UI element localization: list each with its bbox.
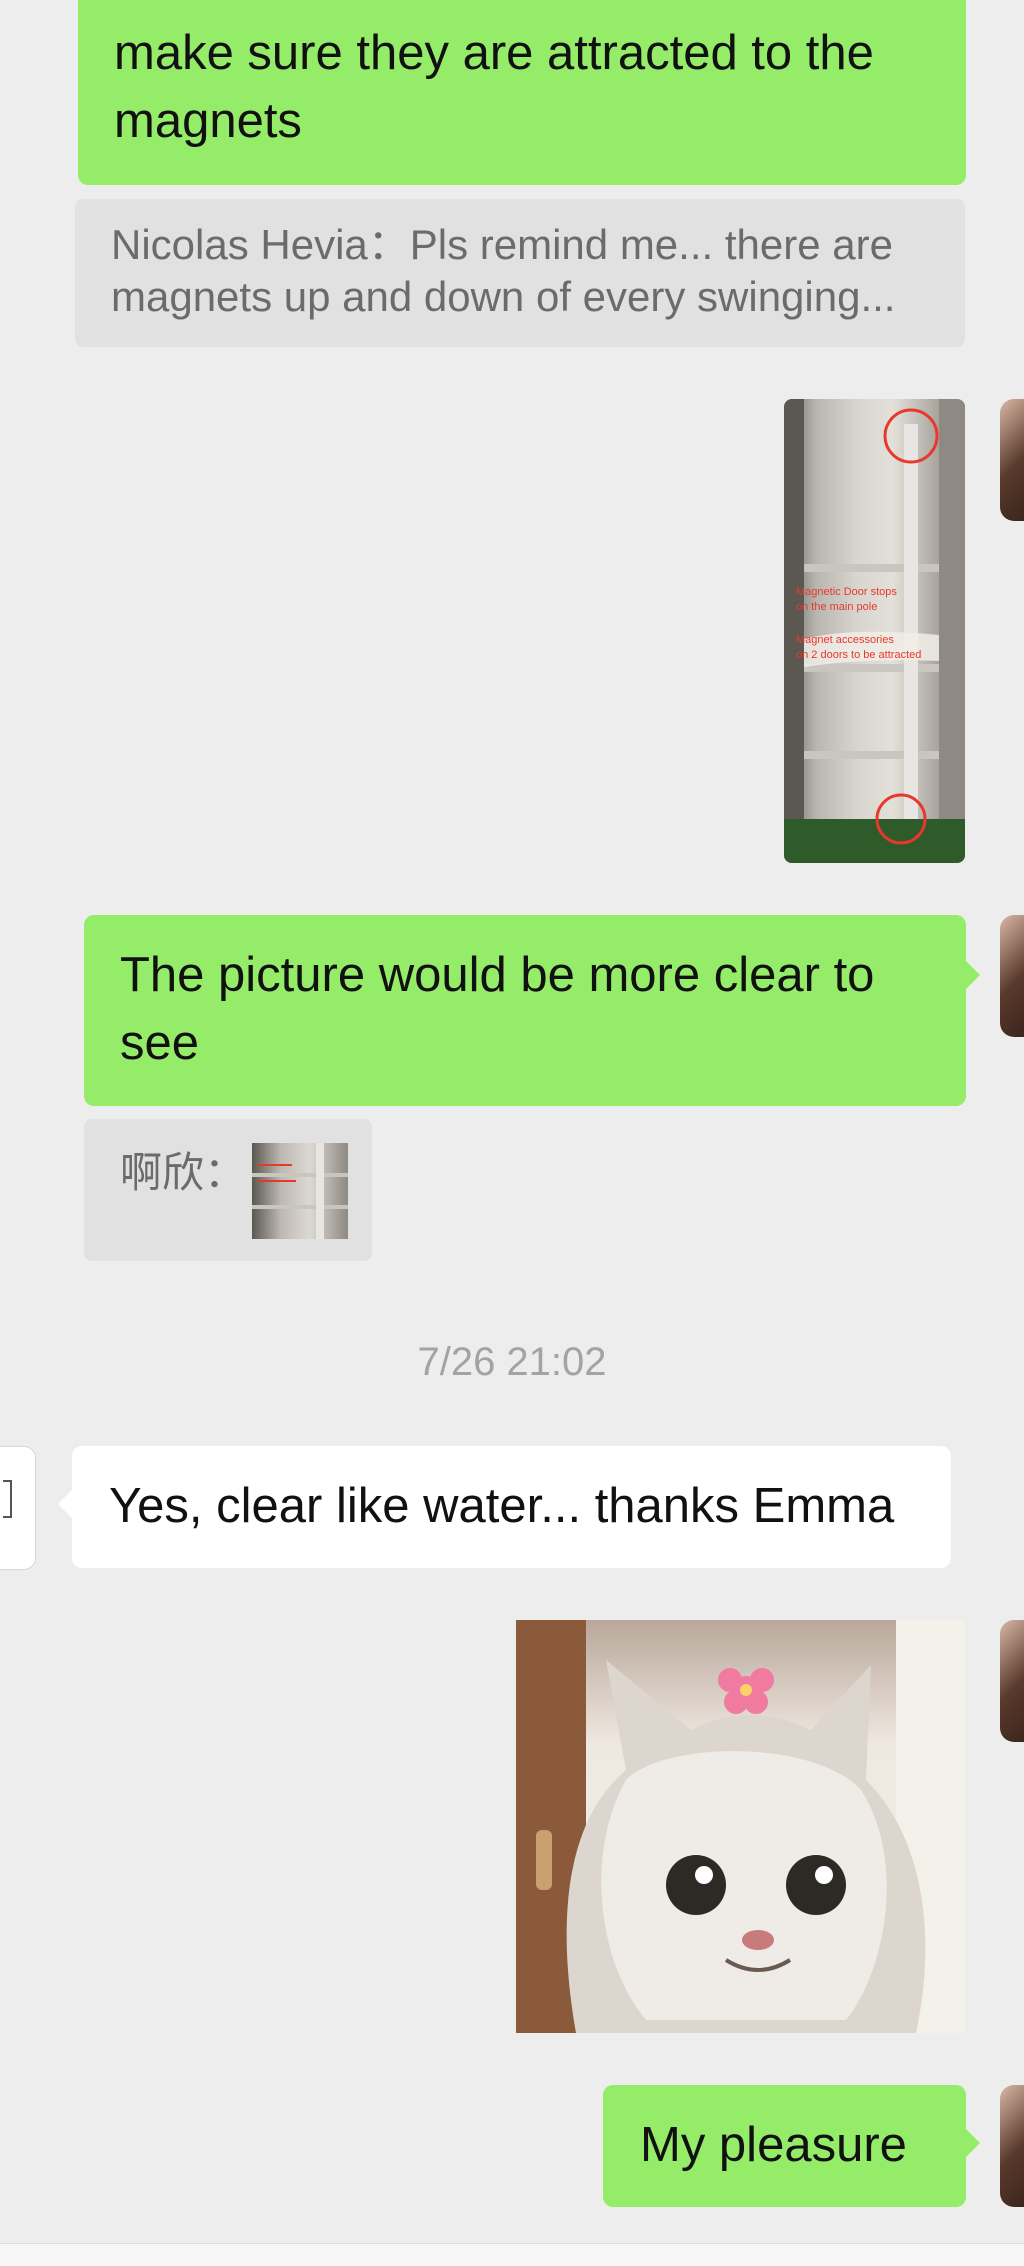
quote-thumbnail[interactable] (252, 1143, 348, 1239)
cat-sticker-image[interactable] (516, 1620, 965, 2033)
quote-sender: 啊欣： (120, 1149, 247, 1196)
user-avatar[interactable] (1000, 1620, 1024, 1742)
message-text-line: magnets (114, 94, 302, 148)
outgoing-message-bubble[interactable]: make sure they are attracted to the magn… (78, 0, 966, 185)
message-text-line: make sure they are attracted to the (114, 26, 874, 80)
cabinet-illustration: Magnetic Door stops on the main pole Mag… (784, 399, 965, 863)
bottom-bar-edge (0, 2243, 1024, 2266)
thumbnail-illustration (252, 1143, 348, 1239)
outgoing-message-bubble[interactable]: My pleasure (603, 2085, 966, 2207)
bubble-tail (966, 961, 980, 989)
image-message-cabinet[interactable]: Magnetic Door stops on the main pole Mag… (784, 399, 965, 863)
message-text-line: The picture would be more clear to (120, 948, 875, 1002)
quoted-reply[interactable]: Nicolas Hevia：Pls remind me... there are… (75, 199, 965, 347)
user-avatar[interactable] (1000, 2085, 1024, 2207)
bubble-tail (966, 2129, 980, 2157)
document-icon (3, 1480, 12, 1518)
image-annotation: on the main pole (796, 601, 877, 613)
message-text-line: Yes, clear like water... thanks Emma (109, 1479, 895, 1533)
message-text-line: see (120, 1016, 200, 1070)
quoted-image-reply[interactable]: 啊欣： (84, 1119, 372, 1261)
incoming-message-bubble[interactable]: Yes, clear like water... thanks Emma (72, 1446, 951, 1568)
contact-avatar[interactable] (0, 1446, 36, 1570)
message-text-line: My pleasure (640, 2118, 907, 2172)
user-avatar[interactable] (1000, 399, 1024, 521)
outgoing-message-bubble[interactable]: The picture would be more clear to see (84, 915, 966, 1106)
image-annotation: on 2 doors to be attracted (796, 649, 921, 661)
image-annotation: Magnetic Door stops (796, 586, 897, 598)
quote-text-line: Nicolas Hevia：Pls remind me... there are (111, 221, 893, 268)
cat-illustration (516, 1620, 965, 2033)
bubble-tail (58, 1490, 72, 1518)
user-avatar[interactable] (1000, 915, 1024, 1037)
quote-text-line: magnets up and down of every swinging... (111, 273, 896, 320)
image-annotation: Magnet accessories (796, 634, 894, 646)
chat-timestamp: 7/26 21:02 (417, 1340, 607, 1384)
